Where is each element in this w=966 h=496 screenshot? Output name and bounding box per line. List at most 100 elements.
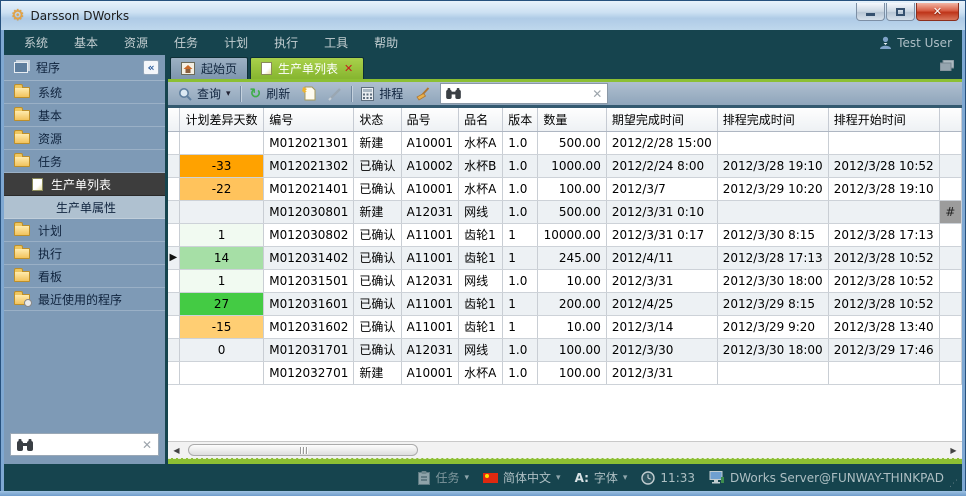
scroll-right-icon[interactable]: ▶ [945,446,962,455]
cell-item_no[interactable]: A12031 [401,338,458,361]
minimize-button[interactable] [856,3,885,21]
table-row-M012021301[interactable]: M012021301新建A10001水杯A1.0500.002012/2/28 … [168,131,962,154]
cell-item_no[interactable]: A10002 [401,154,458,177]
menu-item-7[interactable]: 帮助 [364,31,408,54]
schedule-button[interactable]: 排程 [355,83,409,104]
cell-extra[interactable] [939,223,961,246]
scroll-left-icon[interactable]: ◀ [168,446,185,455]
cell-diff[interactable]: -15 [179,315,263,338]
cell-code[interactable]: M012030802 [264,223,354,246]
cell-item_no[interactable]: A10001 [401,131,458,154]
menu-item-3[interactable]: 任务 [164,31,208,54]
cell-status[interactable]: 已确认 [354,338,401,361]
cell-sched_start[interactable]: 2012/3/28 10:52 [828,154,939,177]
cell-version[interactable]: 1 [503,246,538,269]
cell-sched_start[interactable] [828,200,939,223]
menu-item-2[interactable]: 资源 [114,31,158,54]
cell-item_name[interactable]: 网线 [459,338,503,361]
cell-version[interactable]: 1.0 [503,338,538,361]
cell-version[interactable]: 1.0 [503,154,538,177]
cell-code[interactable]: M012021302 [264,154,354,177]
row-indicator-cell[interactable] [168,223,179,246]
table-row-M012032701[interactable]: M012032701新建A10001水杯A1.0100.002012/3/31 [168,361,962,384]
cell-extra[interactable] [939,315,961,338]
cell-diff[interactable]: 27 [179,292,263,315]
cell-version[interactable]: 1.0 [503,177,538,200]
scrollbar-thumb[interactable] [188,444,418,456]
menu-item-0[interactable]: 系统 [14,31,58,54]
cell-item_no[interactable]: A11001 [401,246,458,269]
sidebar-item-最近使用的程序[interactable]: 最近使用的程序 [4,288,165,311]
cell-item_name[interactable]: 齿轮1 [459,246,503,269]
cell-expected[interactable]: 2012/3/30 [606,338,717,361]
cell-item_name[interactable]: 水杯A [459,361,503,384]
cell-sched_finish[interactable]: 2012/3/28 19:10 [717,154,828,177]
row-indicator-cell[interactable] [168,269,179,292]
cell-qty[interactable]: 10.00 [538,269,607,292]
title-bar[interactable]: ⚙ Darsson DWorks ✕ [1,1,965,30]
cell-extra[interactable] [939,154,961,177]
cell-sched_start[interactable]: 2012/3/28 10:52 [828,292,939,315]
cell-diff[interactable] [179,200,263,223]
column-header-item_no[interactable]: 品号 [401,108,458,131]
cell-item_name[interactable]: 水杯B [459,154,503,177]
cell-diff[interactable] [179,361,263,384]
cell-status[interactable]: 已确认 [354,269,401,292]
cell-expected[interactable]: 2012/3/7 [606,177,717,200]
column-header-sched_finish[interactable]: 排程完成时间 [717,108,828,131]
row-indicator-cell[interactable] [168,154,179,177]
cell-status[interactable]: 已确认 [354,223,401,246]
cell-sched_finish[interactable] [717,200,828,223]
sidebar-item-执行[interactable]: 执行 [4,242,165,265]
row-indicator-cell[interactable] [168,315,179,338]
toolbar-search-clear-icon[interactable]: ✕ [592,87,602,101]
refresh-button[interactable]: ↻ 刷新 [244,83,297,104]
cell-sched_start[interactable]: 2012/3/28 13:40 [828,315,939,338]
maximize-button[interactable] [886,3,915,21]
cell-item_name[interactable]: 网线 [459,200,503,223]
cell-status[interactable]: 新建 [354,131,401,154]
user-badge[interactable]: Test User [879,36,952,50]
cell-extra[interactable] [939,292,961,315]
table-row-M012031501[interactable]: 1M012031501已确认A12031网线1.010.002012/3/312… [168,269,962,292]
edit-button[interactable] [322,85,348,103]
cell-qty[interactable]: 500.00 [538,131,607,154]
table-row-M012031402[interactable]: ▶14M012031402已确认A11001齿轮11245.002012/4/1… [168,246,962,269]
cell-qty[interactable]: 1000.00 [538,154,607,177]
cell-version[interactable]: 1 [503,315,538,338]
cell-sched_start[interactable] [828,131,939,154]
cell-code[interactable]: M012032701 [264,361,354,384]
cell-expected[interactable]: 2012/2/28 15:00 [606,131,717,154]
table-row-M012031701[interactable]: 0M012031701已确认A12031网线1.0100.002012/3/30… [168,338,962,361]
cell-item_no[interactable]: A12031 [401,200,458,223]
cell-diff[interactable]: -33 [179,154,263,177]
new-button[interactable] [296,84,322,103]
column-header-expected[interactable]: 期望完成时间 [606,108,717,131]
cell-status[interactable]: 新建 [354,200,401,223]
cell-qty[interactable]: 500.00 [538,200,607,223]
cell-item_no[interactable]: A11001 [401,292,458,315]
sidebar-search-input[interactable] [38,438,142,452]
column-header-extra[interactable] [939,108,961,131]
cell-sched_finish[interactable] [717,131,828,154]
cell-qty[interactable]: 245.00 [538,246,607,269]
cell-code[interactable]: M012031701 [264,338,354,361]
cell-sched_finish[interactable] [717,361,828,384]
row-indicator-cell[interactable] [168,338,179,361]
cell-version[interactable]: 1 [503,292,538,315]
cell-extra[interactable] [939,361,961,384]
cell-extra[interactable]: # [939,200,961,223]
cell-diff[interactable]: 1 [179,223,263,246]
menu-item-1[interactable]: 基本 [64,31,108,54]
cell-sched_finish[interactable]: 2012/3/28 17:13 [717,246,828,269]
cell-qty[interactable]: 10000.00 [538,223,607,246]
table-row-M012030802[interactable]: 1M012030802已确认A11001齿轮1110000.002012/3/3… [168,223,962,246]
cell-expected[interactable]: 2012/2/24 8:00 [606,154,717,177]
cell-status[interactable]: 已确认 [354,292,401,315]
cell-extra[interactable] [939,269,961,292]
cell-item_name[interactable]: 齿轮1 [459,292,503,315]
cell-sched_finish[interactable]: 2012/3/29 8:15 [717,292,828,315]
window-cascade-icon[interactable] [940,60,954,71]
status-font[interactable]: A: 字体 ▾ [575,469,628,486]
table-row-M012031602[interactable]: -15M012031602已确认A11001齿轮1110.002012/3/14… [168,315,962,338]
